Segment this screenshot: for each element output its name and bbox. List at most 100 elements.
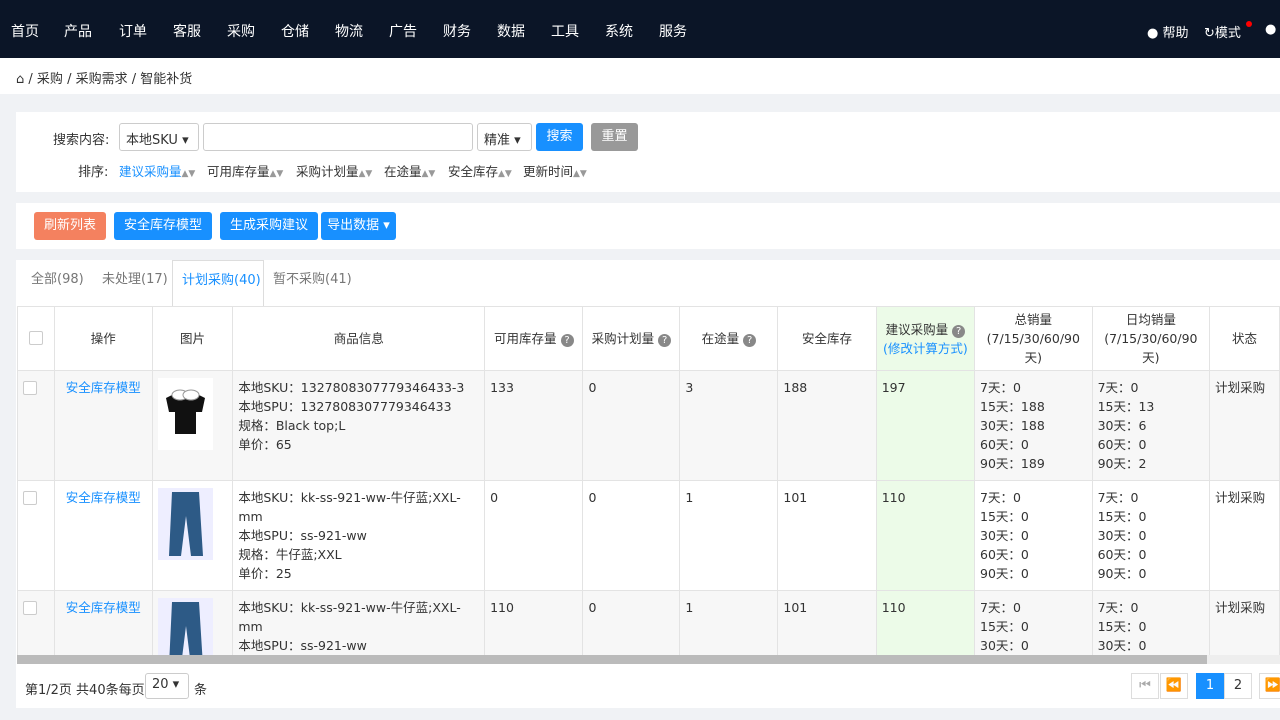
nav-item[interactable]: 订单 (119, 21, 147, 41)
nav-item[interactable]: 工具 (551, 21, 579, 41)
total-sales: 7天：0 15天：0 30天：0 60天：0 90天：0 (974, 480, 1093, 591)
available-qty: 110 (484, 590, 584, 655)
horizontal-scrollbar[interactable] (17, 655, 1280, 664)
match-select[interactable]: 精准 ▾ (477, 123, 532, 151)
total-line: 7天：0 (980, 380, 1021, 395)
daily-line: 15天：13 (1097, 399, 1155, 414)
safety-model-link[interactable]: 安全库存模型 (53, 370, 153, 481)
row-checkbox[interactable] (17, 370, 55, 481)
nav-item[interactable]: 仓储 (281, 21, 309, 41)
generate-button[interactable]: 生成采购建议 (220, 212, 318, 240)
prev-page-button[interactable]: ⏪ (1160, 673, 1188, 699)
table-row: 安全库存模型 本地SKU：kk-ss-921-ww-牛仔蓝;XXL-mm 本地SP… (17, 590, 1280, 655)
row-checkbox[interactable] (17, 590, 55, 655)
user-icon[interactable]: ● (1265, 22, 1276, 37)
help-icon: ? (658, 334, 672, 347)
nav-item[interactable]: 采购 (227, 21, 255, 41)
refresh-button[interactable]: 刷新列表 (34, 212, 106, 240)
replenish-table: 操作 图片 商品信息 可用库存量 ? 采购计划量 ? 在途量 ? 安全库存 建议… (17, 306, 1280, 655)
tab-planned[interactable]: 计划采购(40) (172, 260, 264, 306)
search-button[interactable]: 搜索 (536, 123, 583, 151)
tab-pending[interactable]: 未处理(17) (102, 268, 168, 287)
status: 计划采购 (1209, 480, 1280, 591)
breadcrumb-item[interactable]: 采购 (37, 72, 63, 87)
search-label: 搜索内容: (53, 133, 110, 148)
suggest-qty: 110 (875, 480, 976, 591)
daily-line: 30天：0 (1097, 528, 1147, 543)
daily-line: 90天：0 (1097, 566, 1147, 581)
sort-safety[interactable]: 安全库存▲▼ (448, 161, 512, 180)
help-icon: ? (952, 324, 966, 338)
daily-line: 7天：0 (1097, 490, 1139, 505)
product-image (157, 598, 213, 655)
daily-line: 60天：0 (1097, 437, 1147, 452)
nav-item[interactable]: 数据 (497, 21, 525, 41)
daily-line: 60天：0 (1097, 547, 1147, 562)
col-plan: 采购计划量 ? (582, 306, 681, 371)
nav-item[interactable]: 系统 (605, 21, 633, 41)
nav-item[interactable]: 首页 (11, 21, 39, 41)
table-row: 安全库存模型 本地SKU：kk-ss-921-ww-牛仔蓝;XXL-mm 本地SP… (17, 480, 1280, 591)
transit-qty: 1 (679, 590, 779, 655)
notification-dot (1246, 21, 1252, 27)
tab-deferred[interactable]: 暂不采购(41) (273, 268, 352, 287)
sort-transit[interactable]: 在途量▲▼ (384, 161, 435, 180)
total-line: 90天：0 (980, 566, 1029, 581)
search-field-select[interactable]: 本地SKU ▾ (119, 123, 199, 151)
mode-link[interactable]: ↻模式 (1204, 22, 1241, 41)
available-qty: 133 (484, 370, 584, 481)
help-icon: ? (743, 334, 757, 347)
page-size-select[interactable]: 20 ▾ (145, 673, 189, 699)
breadcrumb-item[interactable]: 采购需求 (76, 72, 128, 87)
safety-model-link[interactable]: 安全库存模型 (53, 590, 153, 655)
table-row: 安全库存模型 本地SKU：1327808307779346433-3 本地SPU：… (17, 370, 1280, 481)
nav-item[interactable]: 物流 (335, 21, 363, 41)
help-icon: ? (560, 334, 574, 347)
sort-updated[interactable]: 更新时间▲▼ (523, 161, 587, 180)
col-status: 状态 (1209, 306, 1280, 371)
page-info: 第1/2页 共40条每页 (25, 683, 145, 698)
col-safety: 安全库存 (777, 306, 877, 371)
total-line: 15天：0 (980, 619, 1029, 634)
transit-qty: 3 (679, 370, 779, 481)
safety-model-button[interactable]: 安全库存模型 (114, 212, 212, 240)
breadcrumb: ⌂ / 采购 / 采购需求 / 智能补货 (0, 58, 1280, 94)
nav-item[interactable]: 财务 (443, 21, 471, 41)
search-input[interactable] (203, 123, 473, 151)
product-info: 本地SKU：kk-ss-921-ww-牛仔蓝;XXL-mm 本地SPU：ss-92… (232, 590, 486, 655)
nav-item[interactable]: 客服 (173, 21, 201, 41)
col-action: 操作 (53, 306, 153, 371)
page-1[interactable]: 1 (1196, 673, 1224, 699)
edit-calc-link[interactable]: (修改计算方式) (883, 341, 968, 356)
suggest-qty: 197 (875, 370, 976, 481)
safety-stock: 101 (777, 480, 877, 591)
next-page-button[interactable]: ⏩ (1259, 673, 1280, 699)
total-line: 30天：0 (980, 528, 1029, 543)
row-checkbox[interactable] (17, 480, 55, 591)
total-sales: 7天：0 15天：188 30天：188 60天：0 90天：189 (974, 370, 1093, 481)
nav-item[interactable]: 服务 (659, 21, 687, 41)
page-2[interactable]: 2 (1224, 673, 1252, 699)
total-sales: 7天：015天：030天：060天：0 (974, 590, 1093, 655)
total-line: 7天：0 (980, 600, 1021, 615)
mode-label: 模式 (1214, 26, 1241, 41)
col-available: 可用库存量 ? (484, 306, 584, 371)
tab-all[interactable]: 全部(98) (31, 268, 84, 287)
transit-qty: 1 (679, 480, 779, 591)
safety-stock: 188 (777, 370, 877, 481)
sort-plan[interactable]: 采购计划量▲▼ (296, 161, 372, 180)
nav-item[interactable]: 产品 (64, 21, 92, 41)
first-page-button[interactable]: ⏮ (1131, 673, 1159, 699)
export-button[interactable]: 导出数据 ▾ (321, 212, 396, 240)
select-all[interactable] (17, 306, 55, 371)
total-line: 90天：189 (980, 456, 1045, 471)
col-total-sales: 总销量 (7/15/30/60/90天) (974, 306, 1093, 371)
sort-suggest[interactable]: 建议采购量▲▼ (119, 161, 195, 180)
reset-button[interactable]: 重置 (591, 123, 638, 151)
sort-available[interactable]: 可用库存量▲▼ (207, 161, 283, 180)
help-link[interactable]: ● 帮助 (1147, 22, 1189, 41)
home-icon[interactable]: ⌂ (16, 72, 24, 87)
col-suggest: 建议采购量 ? (修改计算方式) (875, 306, 976, 371)
safety-model-link[interactable]: 安全库存模型 (53, 480, 153, 591)
nav-item[interactable]: 广告 (389, 21, 417, 41)
